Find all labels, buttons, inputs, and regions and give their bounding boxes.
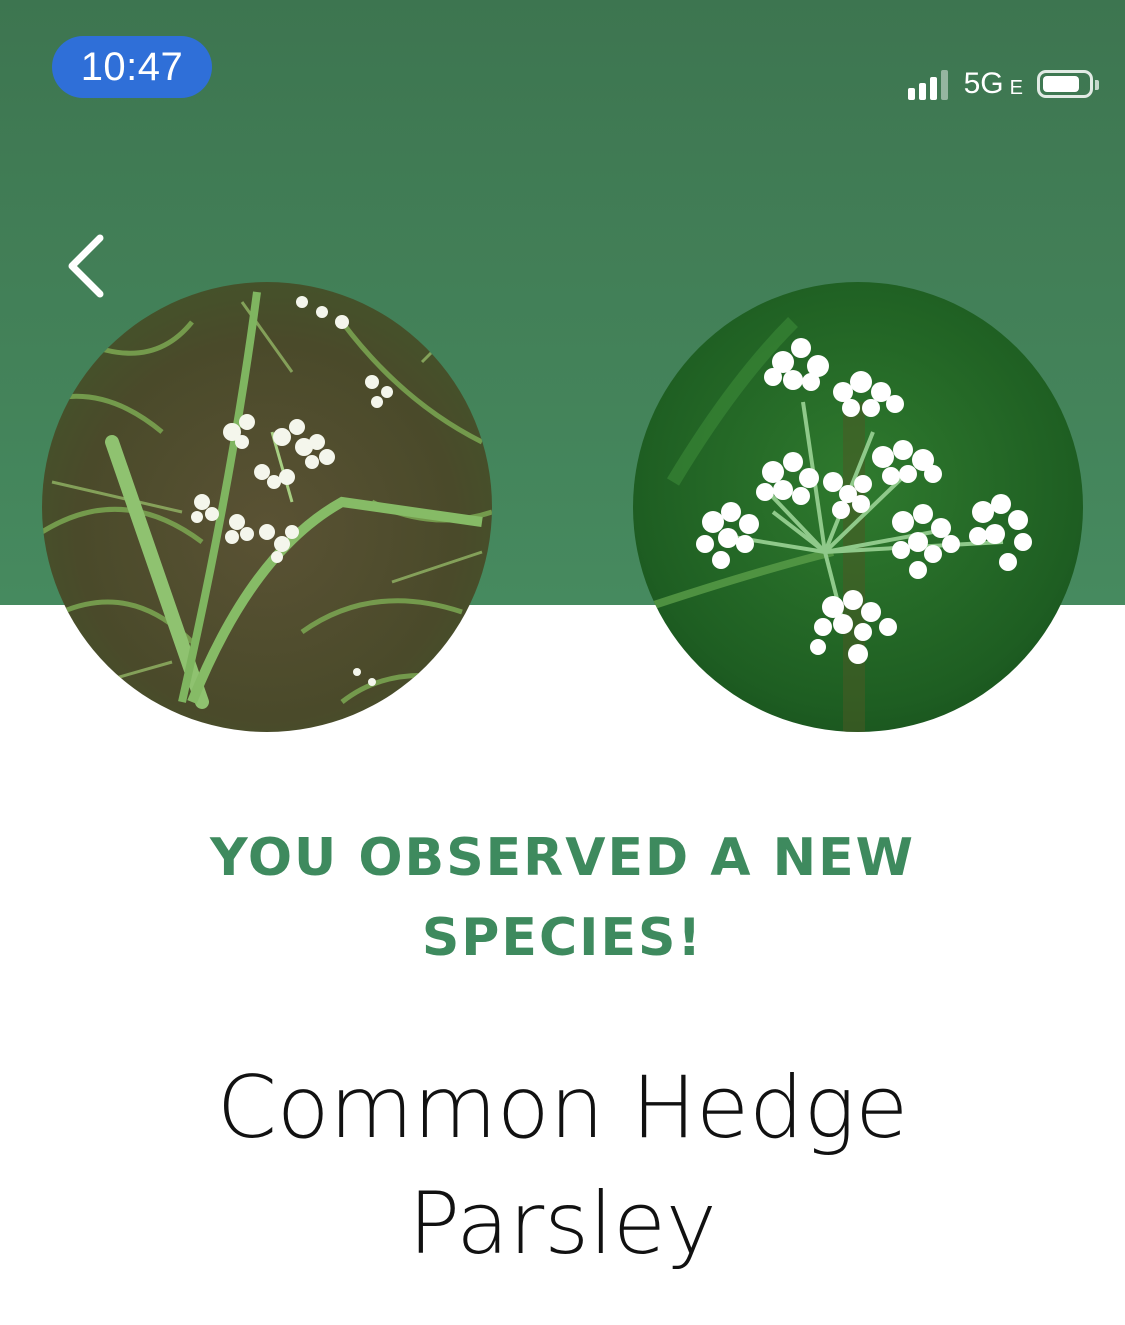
species-name-line-2: Parsley — [408, 1174, 717, 1274]
network-type: 5G — [963, 67, 1004, 100]
battery-icon — [1037, 70, 1099, 98]
species-reference-photo-image — [633, 282, 1083, 732]
cellular-signal-icon — [907, 68, 948, 100]
species-common-name: Common Hedge Parsley — [0, 1050, 1125, 1282]
species-reference-photo[interactable] — [633, 282, 1083, 732]
network-suffix: E — [1009, 77, 1023, 99]
headline-line-1: YOU OBSERVED A NEW — [210, 828, 915, 888]
observation-photo-image — [42, 282, 492, 732]
observation-photo[interactable] — [42, 282, 492, 732]
chevron-left-icon — [68, 234, 104, 298]
headline-line-2: SPECIES! — [421, 908, 704, 968]
back-button[interactable] — [58, 228, 118, 304]
status-time[interactable]: 10:47 — [52, 36, 212, 98]
status-indicators: 5G E — [907, 62, 1099, 106]
species-name-line-1: Common Hedge — [216, 1058, 909, 1158]
new-species-headline: YOU OBSERVED A NEW SPECIES! — [0, 818, 1125, 978]
